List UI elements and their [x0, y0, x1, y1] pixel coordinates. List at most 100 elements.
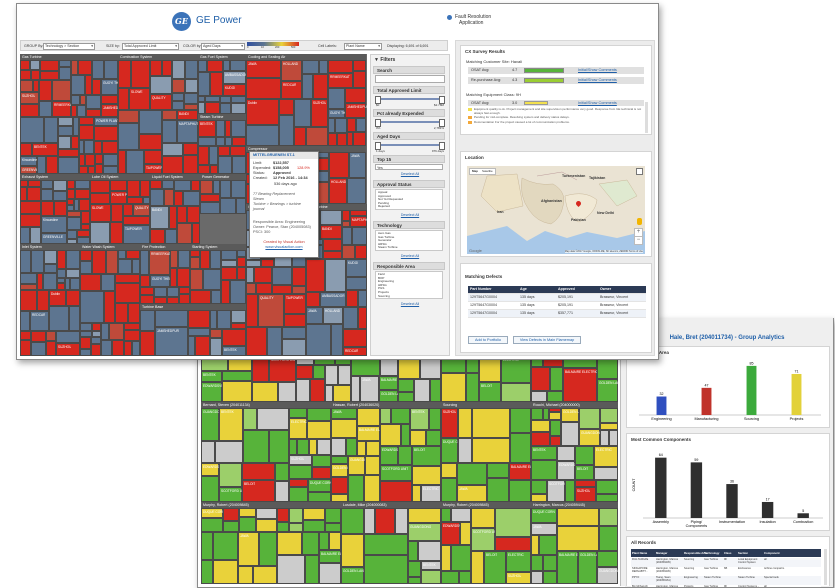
- treemap-tile[interactable]: [398, 357, 420, 379]
- treemap-tile[interactable]: [243, 408, 257, 430]
- treemap-tile[interactable]: [217, 310, 231, 329]
- treemap-tile[interactable]: [201, 560, 213, 584]
- treemap-tile[interactable]: BANDI: [150, 206, 169, 229]
- treemap-tile[interactable]: [198, 146, 209, 165]
- treemap-tile[interactable]: [200, 194, 220, 202]
- treemap-tile[interactable]: [71, 136, 79, 149]
- treemap-tile[interactable]: BELOIT: [412, 446, 441, 466]
- treemap-tile[interactable]: [246, 78, 281, 99]
- treemap-tile[interactable]: [357, 441, 366, 456]
- treemap-tile[interactable]: [549, 412, 561, 420]
- treemap-tile[interactable]: [331, 438, 346, 456]
- treemap-tile[interactable]: REDCAR: [281, 81, 302, 99]
- treemap-tile[interactable]: BANDI: [320, 225, 342, 239]
- treemap-tile[interactable]: [118, 60, 131, 88]
- treemap-tile[interactable]: [132, 259, 140, 274]
- treemap-tile[interactable]: [600, 408, 618, 423]
- bar[interactable]: [655, 457, 667, 518]
- treemap-tile[interactable]: [31, 250, 44, 273]
- records-row[interactable]: PPYO Tsang, Sean (204059161) Engineering St…: [631, 576, 821, 585]
- treemap-tile[interactable]: [319, 60, 328, 74]
- treemap-tile[interactable]: [329, 152, 349, 178]
- treemap-tile[interactable]: [220, 198, 236, 214]
- treemap-tile[interactable]: [306, 259, 325, 292]
- treemap-tile[interactable]: SUZHOU: [56, 343, 80, 356]
- treemap-tile[interactable]: [172, 101, 184, 110]
- treemap-tile[interactable]: [575, 446, 594, 465]
- treemap-tile[interactable]: SUZHOU: [311, 99, 328, 127]
- treemap-tile[interactable]: [201, 532, 213, 560]
- treemap-tile[interactable]: [346, 277, 367, 290]
- treemap-tile[interactable]: [102, 141, 118, 154]
- treemap-tile[interactable]: [191, 180, 200, 191]
- search-input[interactable]: [375, 75, 445, 83]
- treemap-tile[interactable]: [335, 118, 347, 133]
- treemap-tile[interactable]: [275, 481, 289, 502]
- treemap-tile[interactable]: [342, 245, 355, 259]
- treemap-tile[interactable]: [58, 157, 79, 174]
- range-slider[interactable]: [377, 98, 441, 100]
- treemap-tile[interactable]: [408, 561, 421, 577]
- deselect-all-link[interactable]: Deselect All: [371, 213, 449, 217]
- treemap-tile[interactable]: [471, 551, 484, 584]
- treemap-tile[interactable]: [75, 180, 90, 189]
- treemap-tile[interactable]: [140, 295, 154, 304]
- treemap-tile[interactable]: [213, 532, 238, 560]
- treemap-tile[interactable]: [531, 408, 543, 420]
- treemap-tile[interactable]: [328, 88, 345, 109]
- treemap-tile[interactable]: [31, 331, 46, 342]
- view-defects-button[interactable]: View Defects in Main Flamemap: [513, 336, 581, 344]
- treemap-tile[interactable]: [126, 250, 140, 259]
- treemap-tile[interactable]: [210, 338, 222, 356]
- treemap-tile[interactable]: [123, 216, 150, 225]
- treemap-tile[interactable]: [95, 154, 103, 164]
- treemap-tile[interactable]: GOLDEN LAKE: [561, 408, 586, 422]
- treemap-tile[interactable]: [172, 60, 185, 79]
- treemap-tile[interactable]: [80, 250, 92, 261]
- treemap-tile[interactable]: [88, 166, 95, 174]
- treemap-tile[interactable]: JAWA: [349, 152, 366, 178]
- treemap-tile[interactable]: [328, 133, 337, 146]
- treemap-tile[interactable]: [401, 424, 410, 446]
- treemap-tile[interactable]: [49, 306, 69, 331]
- treemap-tile[interactable]: [46, 341, 56, 356]
- treemap-tile[interactable]: [421, 570, 441, 584]
- treemap-tile[interactable]: [412, 466, 441, 485]
- treemap-tile[interactable]: [92, 60, 104, 79]
- treemap-tile[interactable]: [59, 60, 71, 67]
- treemap-tile[interactable]: [223, 60, 230, 71]
- treemap-tile[interactable]: ELECTRIC: [594, 446, 618, 467]
- group-by-select[interactable]: Technology > Section ▾: [43, 43, 95, 50]
- records-column-header[interactable]: Technology: [704, 549, 720, 557]
- treemap-tile[interactable]: [269, 430, 289, 463]
- treemap-tile[interactable]: [289, 487, 308, 502]
- treemap-tile[interactable]: [531, 367, 550, 391]
- treemap-tile[interactable]: [20, 290, 37, 311]
- treemap-tile[interactable]: [112, 340, 124, 356]
- treemap-tile[interactable]: [495, 508, 531, 537]
- treemap-tile[interactable]: [46, 331, 56, 341]
- treemap-tile[interactable]: [312, 455, 331, 467]
- treemap-tile[interactable]: [184, 93, 198, 104]
- treemap-tile[interactable]: [169, 206, 177, 229]
- treemap-tile[interactable]: [44, 250, 57, 264]
- treemap-tile[interactable]: [190, 250, 200, 257]
- treemap-tile[interactable]: [167, 297, 179, 304]
- treemap-tile[interactable]: [221, 250, 237, 260]
- treemap-tile[interactable]: [302, 74, 313, 99]
- treemap-tile[interactable]: [30, 227, 41, 244]
- treemap-tile[interactable]: [140, 275, 150, 287]
- treemap-tile[interactable]: [150, 60, 162, 76]
- treemap-tile[interactable]: [85, 75, 92, 95]
- treemap-tile[interactable]: [198, 165, 210, 174]
- treemap-tile[interactable]: [215, 441, 243, 463]
- treemap-tile[interactable]: [531, 460, 557, 480]
- treemap-tile[interactable]: [458, 438, 472, 463]
- treemap-tile[interactable]: [70, 278, 80, 290]
- treemap-tile[interactable]: [200, 250, 210, 269]
- treemap-tile[interactable]: [252, 382, 278, 402]
- treemap-tile[interactable]: [329, 532, 341, 550]
- treemap-tile[interactable]: [246, 327, 267, 356]
- treemap-tile[interactable]: [261, 259, 274, 267]
- treemap-tile[interactable]: [246, 125, 279, 146]
